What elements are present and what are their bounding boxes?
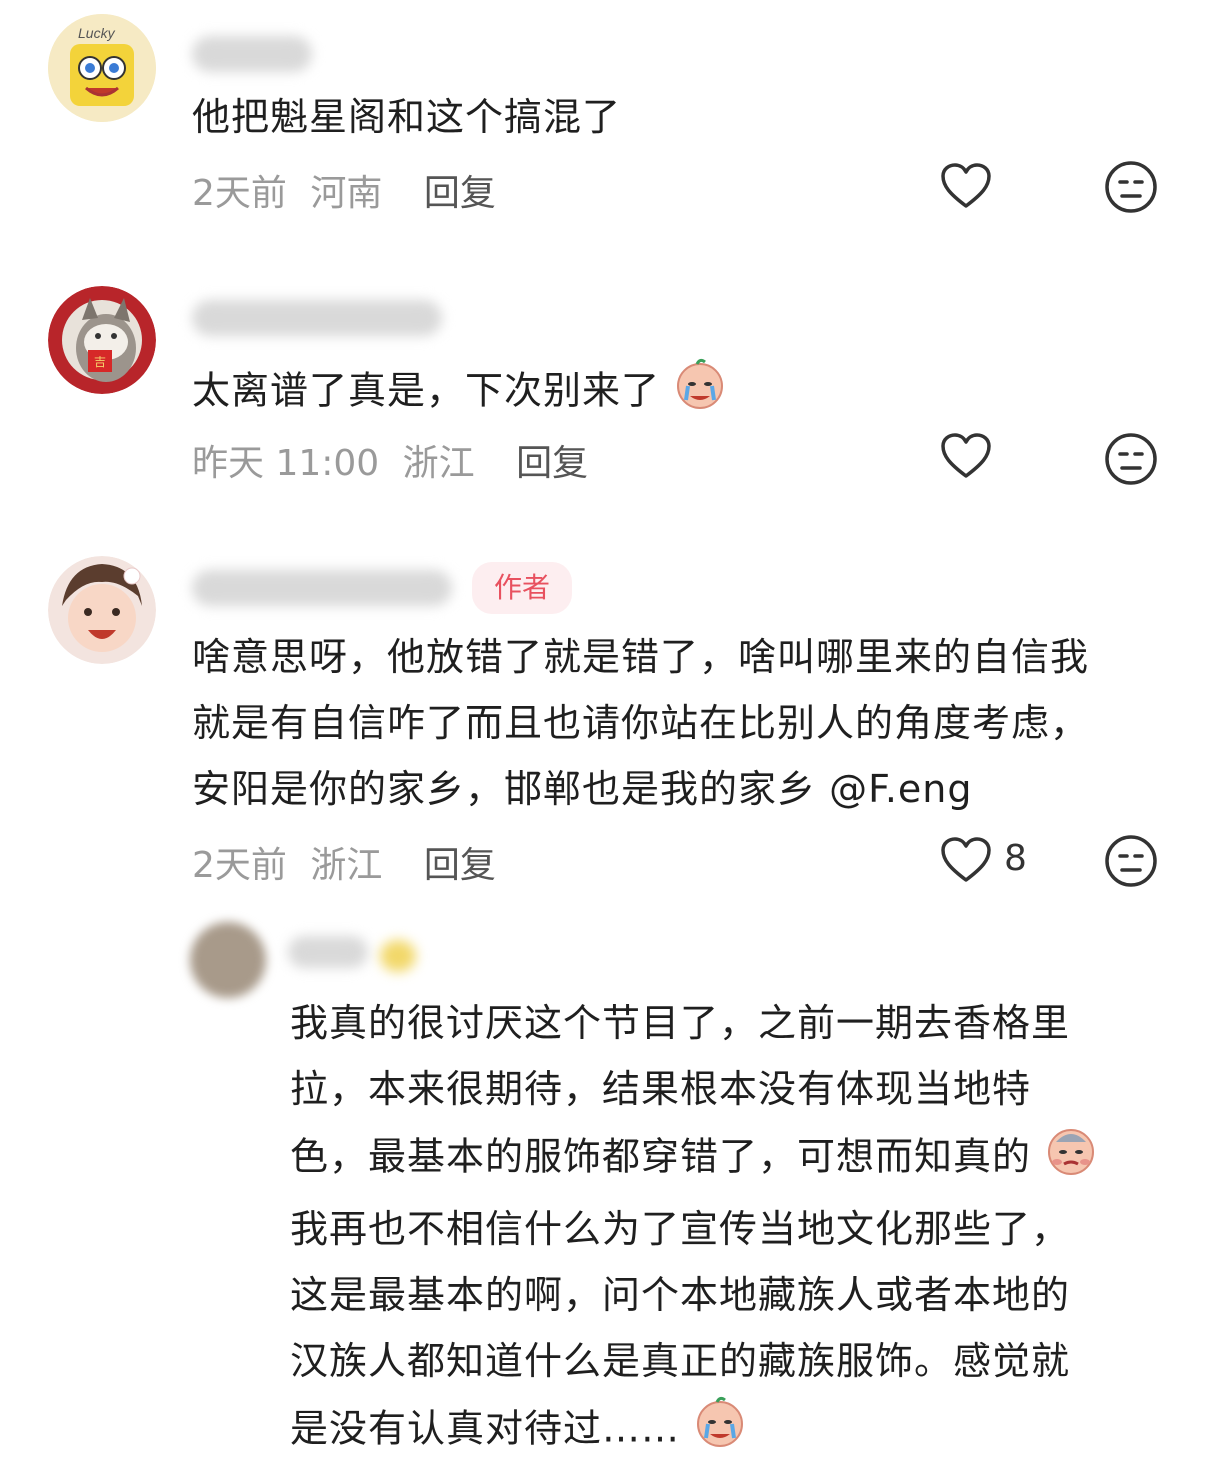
child-avatar[interactable] [48,556,156,664]
cat-avatar[interactable]: 吉 [48,286,156,394]
reply-button[interactable]: 回复 [516,443,588,484]
heart-icon[interactable] [940,432,992,484]
sad-face-emoji [1044,1122,1098,1196]
spongebob-avatar[interactable]: Lucky [48,14,156,122]
comment-text: 啥意思呀，他放错了就是错了，啥叫哪里来的自信我 就是有自信咋了而且也请你站在比别… [192,624,1089,822]
reply-line: 我再也不相信什么为了宣传当地文化那些了， [290,1207,1071,1251]
username-blurred[interactable] [192,570,452,606]
crying-face-emoji [693,1394,747,1468]
reply-line: 我真的很讨厌这个节目了，之前一期去香格里 [290,1001,1071,1045]
username-blurred[interactable] [288,936,368,968]
reply-button[interactable]: 回复 [424,173,496,214]
comment-text-content: 太离谱了真是，下次别来了 [192,368,661,413]
comment-text: 太离谱了真是，下次别来了 [192,356,727,430]
reply-line: 色，最基本的服饰都穿错了，可想而知真的 [290,1122,1098,1196]
comment-text: 他把魁星阁和这个搞混了 [192,95,622,139]
comment-meta: 2天前 河南 回复 [192,164,496,216]
dislike-face-icon[interactable] [1104,834,1158,892]
reply-line: 是没有认真对待过…… [290,1394,1098,1468]
reply-line-text: 是没有认真对待过…… [290,1406,681,1451]
heart-icon[interactable] [940,162,992,214]
comment-location: 浙江 [402,443,475,484]
reply-button[interactable]: 回复 [424,845,496,886]
crying-face-emoji [673,356,727,430]
comment-location: 河南 [310,173,383,214]
username-blurred[interactable] [192,36,312,72]
comment-time: 昨天 11:00 [192,443,380,484]
author-badge: 作者 [472,562,573,614]
username-blurred[interactable] [192,300,442,336]
heart-icon[interactable] [940,836,992,888]
comment-time: 2天前 [192,845,287,886]
comment-line: 就是有自信咋了而且也请你站在比别人的角度考虑， [192,701,1090,745]
dislike-face-icon[interactable] [1104,432,1158,490]
comment-line: 安阳是你的家乡，邯郸也是我的家乡 @F.eng [192,767,973,811]
reply-line: 汉族人都知道什么是真正的藏族服饰。感觉就 [290,1339,1071,1383]
comment-meta: 昨天 11:00 浙江 回复 [192,434,588,486]
comment-line: 啥意思呀，他放错了就是错了，啥叫哪里来的自信我 [192,635,1090,679]
blurred-avatar[interactable] [190,922,266,998]
reply-line: 这是最基本的啊，问个本地藏族人或者本地的 [290,1273,1071,1317]
like-count: 8 [1004,838,1027,879]
comment-location: 浙江 [310,845,383,886]
svg-text:吉: 吉 [94,355,106,369]
reply-line-text: 色，最基本的服饰都穿错了，可想而知真的 [290,1134,1032,1179]
comment-time: 2天前 [192,173,287,214]
avatar-lucky-text: Lucky [78,25,116,41]
dislike-face-icon[interactable] [1104,160,1158,218]
comment-meta: 2天前 浙江 回复 [192,836,496,888]
reply-line: 拉，本来很期待，结果根本没有体现当地特 [290,1067,1032,1111]
badge-blurred [380,940,416,972]
reply-text: 我真的很讨厌这个节目了，之前一期去香格里 拉，本来很期待，结果根本没有体现当地特… [290,990,1098,1468]
